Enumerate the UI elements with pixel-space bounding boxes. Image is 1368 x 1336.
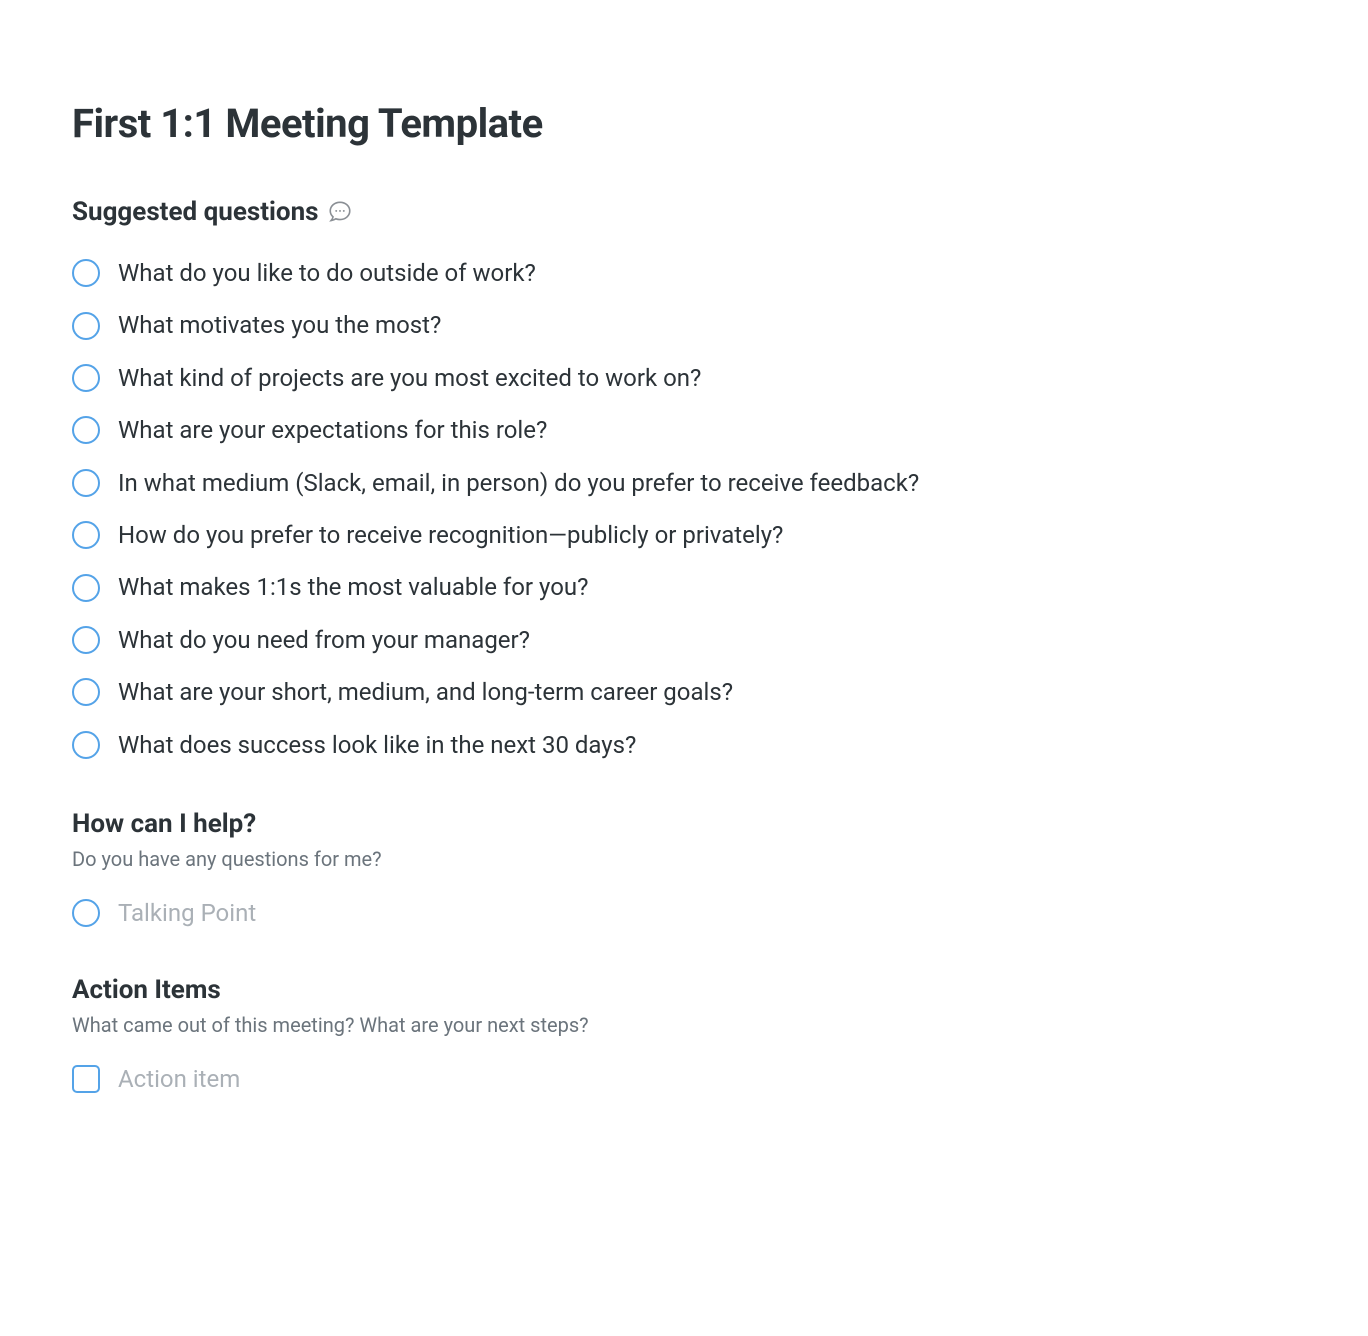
action-item-row[interactable]: Action item (72, 1065, 1296, 1093)
question-item: What kind of projects are you most excit… (72, 362, 1296, 394)
page-title: First 1:1 Meeting Template (72, 100, 1296, 147)
question-item: What does success look like in the next … (72, 729, 1296, 761)
help-subtitle: Do you have any questions for me? (72, 847, 1296, 871)
action-item-placeholder: Action item (118, 1065, 240, 1093)
radio-icon[interactable] (72, 416, 100, 444)
radio-icon[interactable] (72, 364, 100, 392)
question-item: What makes 1:1s the most valuable for yo… (72, 571, 1296, 603)
question-item: What are your expectations for this role… (72, 414, 1296, 446)
question-item: How do you prefer to receive recognition… (72, 519, 1296, 551)
talking-point-placeholder: Talking Point (118, 899, 256, 927)
help-heading: How can I help? (72, 809, 1296, 839)
radio-icon[interactable] (72, 312, 100, 340)
question-list: What do you like to do outside of work? … (72, 257, 1296, 761)
question-item: What are your short, medium, and long-te… (72, 676, 1296, 708)
help-section: How can I help? Do you have any question… (72, 809, 1296, 927)
question-text: In what medium (Slack, email, in person)… (118, 467, 919, 499)
action-items-section: Action Items What came out of this meeti… (72, 975, 1296, 1093)
radio-icon[interactable] (72, 899, 100, 927)
question-text: What does success look like in the next … (118, 729, 636, 761)
talking-point-row[interactable]: Talking Point (72, 899, 1296, 927)
radio-icon[interactable] (72, 574, 100, 602)
checkbox-icon[interactable] (72, 1065, 100, 1093)
question-item: What do you like to do outside of work? (72, 257, 1296, 289)
question-item: What do you need from your manager? (72, 624, 1296, 656)
action-subtitle: What came out of this meeting? What are … (72, 1013, 1296, 1037)
radio-icon[interactable] (72, 626, 100, 654)
question-item: In what medium (Slack, email, in person)… (72, 467, 1296, 499)
question-text: What motivates you the most? (118, 309, 441, 341)
action-heading-label: Action Items (72, 975, 221, 1005)
question-text: What are your short, medium, and long-te… (118, 676, 733, 708)
suggested-questions-section: Suggested questions What do you like to … (72, 197, 1296, 761)
radio-icon[interactable] (72, 731, 100, 759)
radio-icon[interactable] (72, 469, 100, 497)
radio-icon[interactable] (72, 259, 100, 287)
question-item: What motivates you the most? (72, 309, 1296, 341)
question-text: What do you need from your manager? (118, 624, 530, 656)
radio-icon[interactable] (72, 521, 100, 549)
question-text: What do you like to do outside of work? (118, 257, 536, 289)
action-heading: Action Items (72, 975, 1296, 1005)
question-text: What kind of projects are you most excit… (118, 362, 701, 394)
suggested-heading-label: Suggested questions (72, 197, 319, 227)
question-text: What are your expectations for this role… (118, 414, 547, 446)
help-heading-label: How can I help? (72, 809, 256, 839)
question-text: What makes 1:1s the most valuable for yo… (118, 571, 588, 603)
radio-icon[interactable] (72, 678, 100, 706)
suggested-heading: Suggested questions (72, 197, 1296, 227)
speech-bubble-icon (327, 199, 353, 225)
question-text: How do you prefer to receive recognition… (118, 519, 783, 551)
